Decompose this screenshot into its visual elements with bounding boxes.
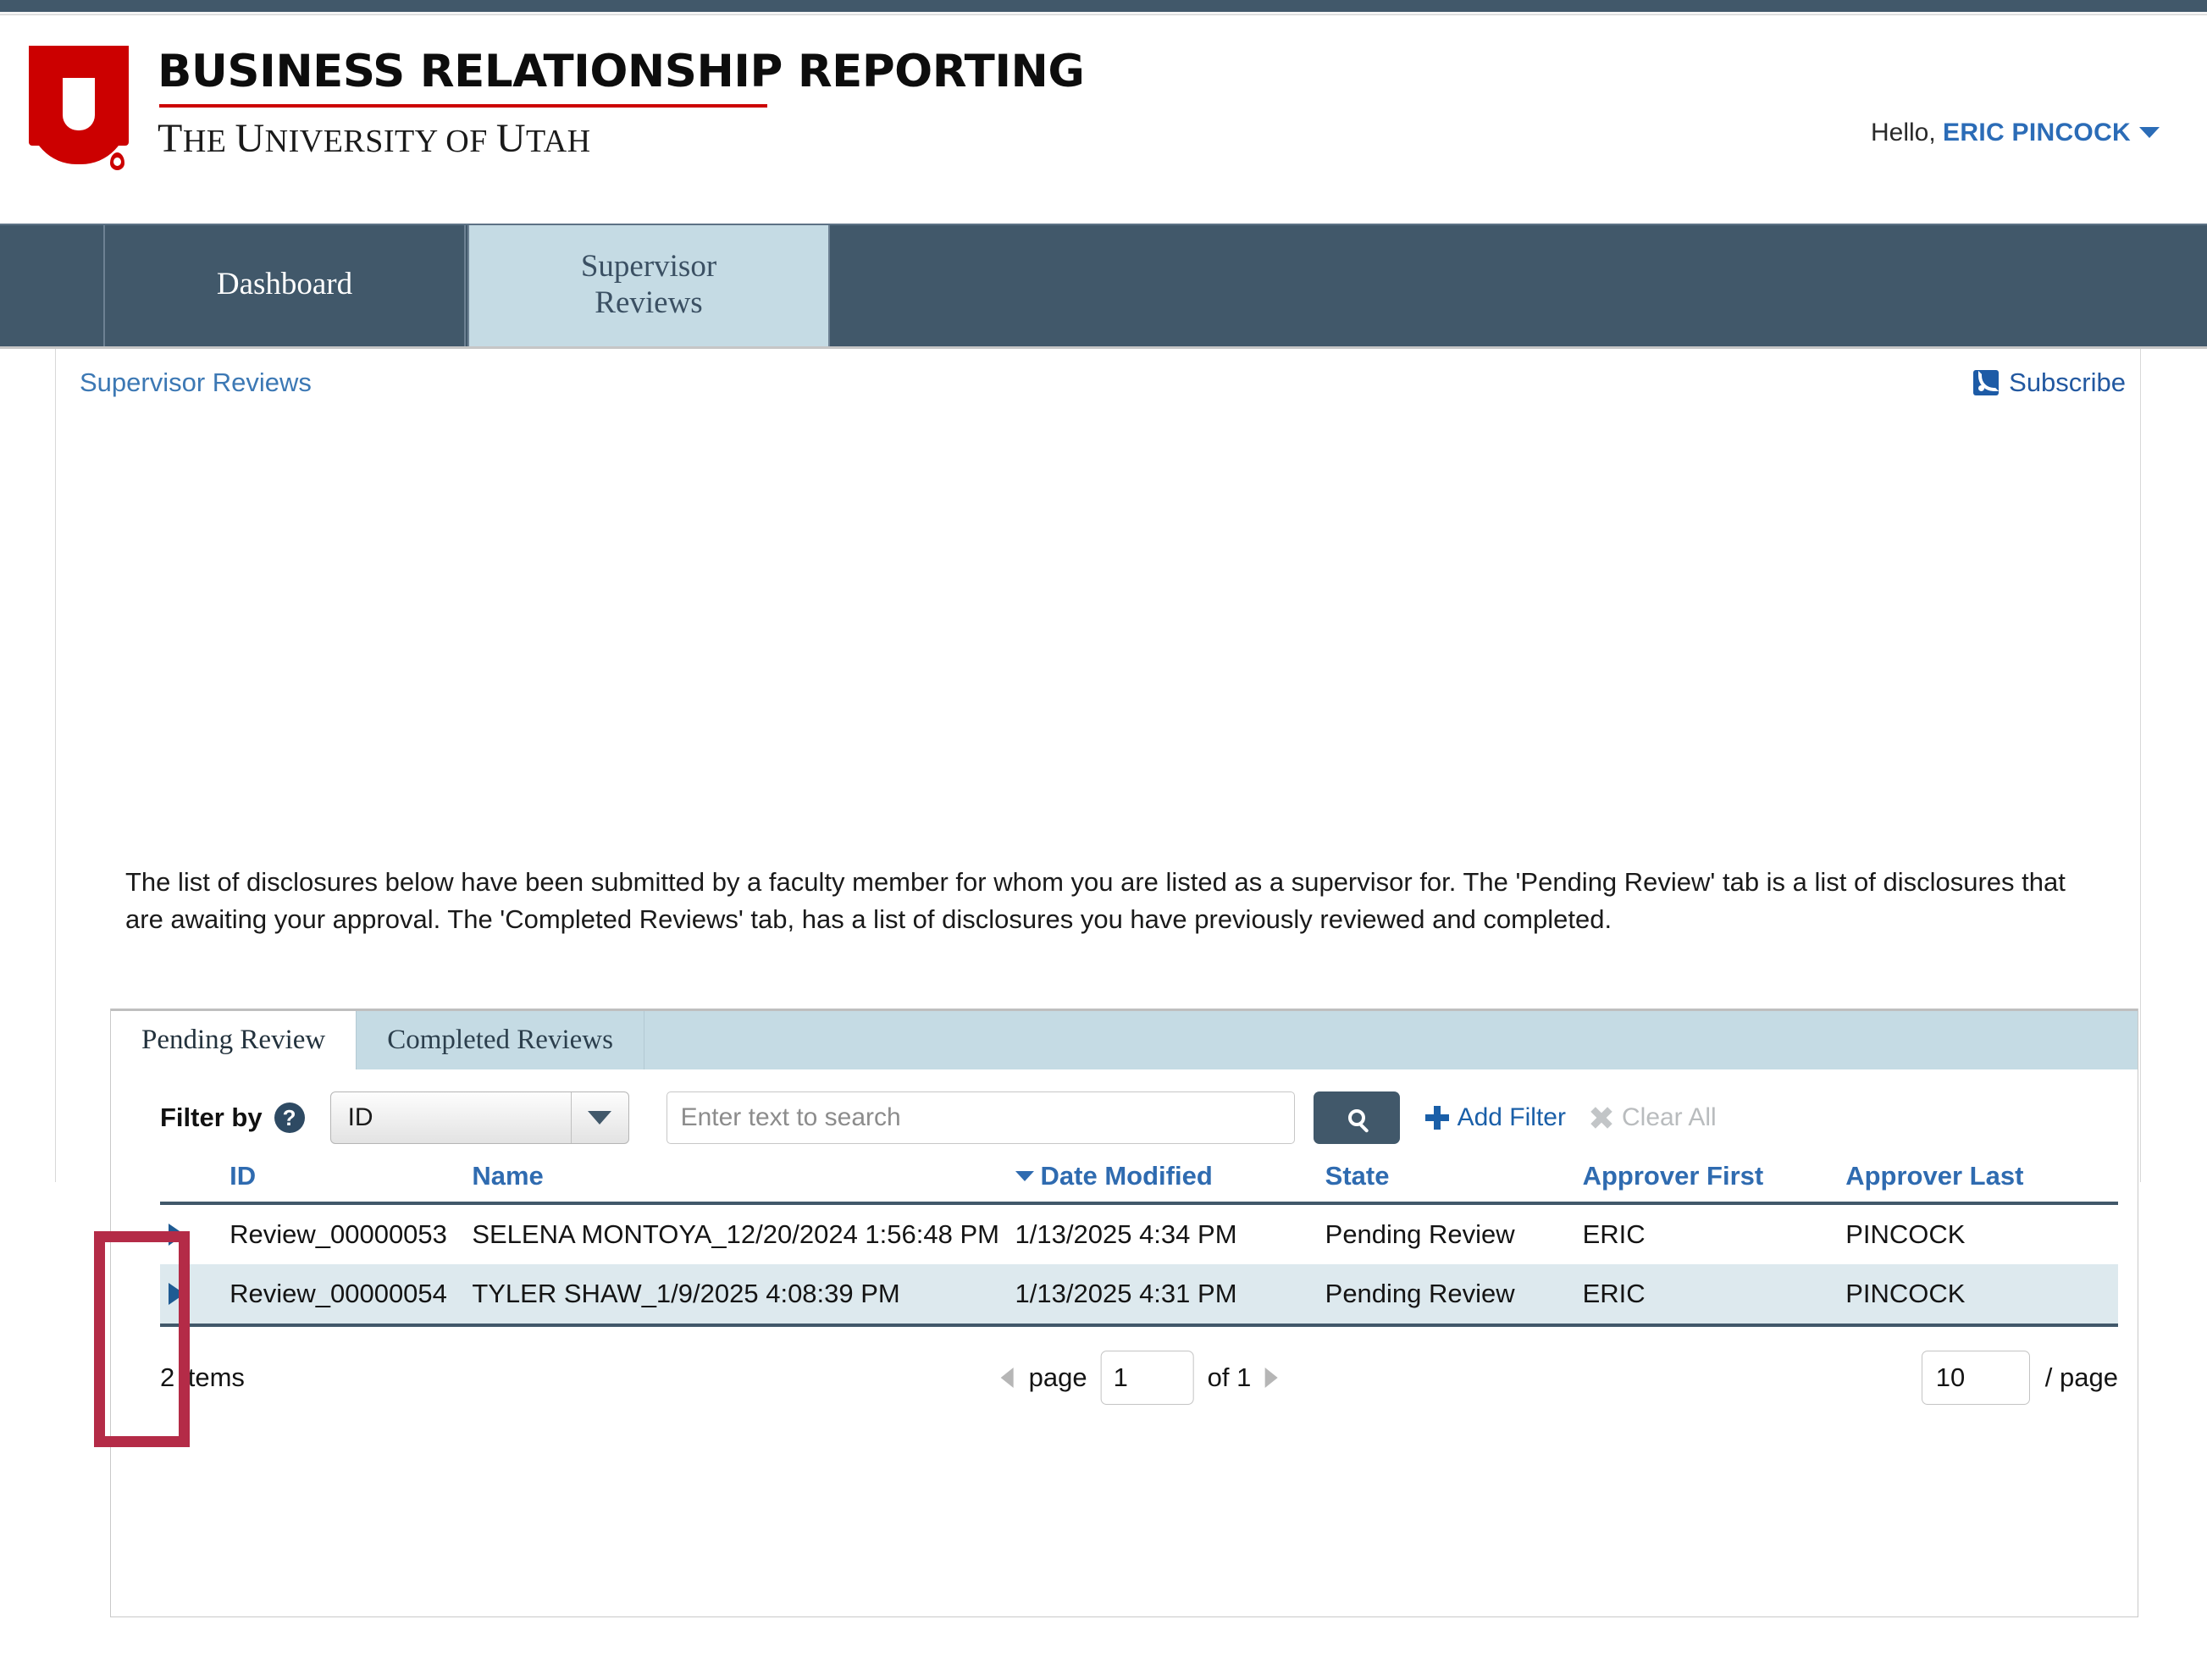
expand-row-icon[interactable] bbox=[169, 1283, 185, 1305]
app-title: BUSINESS RELATIONSHIP REPORTING bbox=[158, 46, 1085, 97]
table-footer: 2 items page 1 of 1 10 / page bbox=[160, 1349, 2118, 1406]
row-expand-cell[interactable] bbox=[160, 1203, 230, 1264]
main-navigation: Dashboard Supervisor Reviews bbox=[0, 224, 2207, 349]
search-input[interactable]: Enter text to search bbox=[666, 1091, 1295, 1144]
cell-state: Pending Review bbox=[1325, 1219, 1515, 1249]
greeting-label: Hello, bbox=[1871, 119, 1936, 146]
filter-field-select[interactable]: ID bbox=[329, 1091, 629, 1144]
nav-tab-supervisor-reviews-label: Supervisor Reviews bbox=[581, 249, 716, 321]
institution-name-part: T bbox=[158, 116, 183, 162]
tab-completed-reviews-label: Completed Reviews bbox=[387, 1025, 613, 1055]
institution-name-part: HE bbox=[182, 124, 235, 160]
page-description: The list of disclosures below have been … bbox=[125, 867, 2066, 935]
cell-name-link[interactable]: SELENA MONTOYA_12/20/2024 1:56:48 PM bbox=[472, 1203, 1015, 1264]
rss-icon bbox=[1973, 370, 2000, 395]
cell-approver-first: ERIC bbox=[1582, 1219, 1646, 1249]
column-header-id[interactable]: ID bbox=[230, 1161, 473, 1205]
pagination: page 1 of 1 bbox=[1000, 1351, 1278, 1405]
brand-text-block: BUSINESS RELATIONSHIP REPORTING THE UNIV… bbox=[158, 46, 1085, 162]
per-page-control: 10 / page bbox=[1921, 1351, 2118, 1405]
clear-all-button[interactable]: Clear All bbox=[1590, 1103, 1717, 1132]
search-icon bbox=[1347, 1109, 1365, 1126]
previous-page-icon[interactable] bbox=[1000, 1368, 1014, 1388]
breadcrumb-row: Supervisor Reviews Subscribe bbox=[80, 368, 2126, 398]
brand-lockup: BUSINESS RELATIONSHIP REPORTING THE UNIV… bbox=[29, 46, 1085, 173]
tab-completed-reviews[interactable]: Completed Reviews bbox=[357, 1011, 644, 1069]
plus-icon bbox=[1424, 1106, 1449, 1130]
tab-pending-review-label: Pending Review bbox=[141, 1025, 326, 1055]
add-filter-label: Add Filter bbox=[1457, 1103, 1566, 1131]
search-input-placeholder: Enter text to search bbox=[680, 1103, 901, 1131]
column-header-date-modified-label: Date Modified bbox=[1040, 1161, 1213, 1191]
column-header-expand bbox=[160, 1161, 230, 1205]
cell-approver-last: PINCOCK bbox=[1845, 1264, 2118, 1327]
search-button[interactable] bbox=[1313, 1091, 1400, 1144]
page-body: Supervisor Reviews Subscribe The list of… bbox=[0, 349, 2207, 1680]
cell-id: Review_00000054 bbox=[230, 1264, 473, 1327]
cell-approver-last: PINCOCK bbox=[1845, 1219, 1966, 1249]
chevron-down-icon bbox=[570, 1092, 628, 1143]
tab-pending-review[interactable]: Pending Review bbox=[111, 1011, 357, 1069]
subscribe-link[interactable]: Subscribe bbox=[1973, 368, 2126, 398]
top-accent-bar bbox=[0, 0, 2207, 12]
content-right-border bbox=[2140, 349, 2141, 1182]
add-filter-button[interactable]: Add Filter bbox=[1424, 1103, 1566, 1132]
page-number-input[interactable]: 1 bbox=[1100, 1351, 1194, 1405]
filter-field-value: ID bbox=[347, 1103, 373, 1131]
institution-name: THE UNIVERSITY OF UTAH bbox=[158, 115, 1084, 162]
panel-content: Filter by ? ID Enter text to search Add … bbox=[111, 1069, 2138, 1406]
institution-name-part: U bbox=[235, 116, 265, 162]
nav-tab-supervisor-reviews[interactable]: Supervisor Reviews bbox=[467, 224, 830, 346]
filter-by-label: Filter by bbox=[160, 1102, 263, 1132]
per-page-label: / page bbox=[2044, 1362, 2118, 1392]
institution-name-part: U bbox=[495, 116, 527, 162]
nav-tab-dashboard[interactable]: Dashboard bbox=[103, 224, 466, 346]
column-header-state[interactable]: State bbox=[1325, 1161, 1583, 1205]
cell-approver-first: ERIC bbox=[1582, 1264, 1846, 1327]
filter-bar: Filter by ? ID Enter text to search Add … bbox=[111, 1069, 2138, 1144]
item-count-label: 2 items bbox=[160, 1362, 245, 1392]
column-header-approver-last[interactable]: Approver Last bbox=[1845, 1161, 2118, 1205]
cell-state: Pending Review bbox=[1325, 1264, 1583, 1327]
row-expand-cell[interactable] bbox=[160, 1264, 230, 1327]
cell-name-link[interactable]: TYLER SHAW_1/9/2025 4:08:39 PM bbox=[472, 1264, 1015, 1327]
table-row[interactable]: Review_00000053 SELENA MONTOYA_12/20/202… bbox=[160, 1203, 2118, 1264]
nav-tab-line-1: Supervisor bbox=[580, 248, 717, 284]
column-header-name[interactable]: Name bbox=[472, 1161, 1015, 1205]
page-word-label: page bbox=[1028, 1362, 1087, 1392]
column-header-date-modified[interactable]: Date Modified bbox=[1015, 1161, 1325, 1205]
close-icon bbox=[1590, 1106, 1613, 1130]
table-header-row: ID Name Date Modified State Approver Fir… bbox=[160, 1161, 2118, 1205]
expand-row-icon[interactable] bbox=[169, 1224, 185, 1246]
nav-tab-dashboard-label: Dashboard bbox=[216, 267, 353, 302]
column-header-approver-first[interactable]: Approver First bbox=[1582, 1161, 1846, 1205]
table-row[interactable]: Review_00000054 TYLER SHAW_1/9/2025 4:08… bbox=[160, 1264, 2118, 1327]
site-header: BUSINESS RELATIONSHIP REPORTING THE UNIV… bbox=[0, 15, 2207, 224]
content-left-border bbox=[55, 349, 56, 1182]
breadcrumb[interactable]: Supervisor Reviews bbox=[80, 368, 312, 398]
user-name: ERIC PINCOCK bbox=[1943, 119, 2131, 146]
nav-left-pad bbox=[0, 224, 103, 346]
university-of-utah-u-logo bbox=[29, 46, 132, 173]
per-page-input[interactable]: 10 bbox=[1921, 1351, 2030, 1405]
chevron-down-icon bbox=[2139, 127, 2160, 138]
total-pages-label: of 1 bbox=[1207, 1362, 1252, 1392]
institution-name-part: TAH bbox=[526, 124, 591, 160]
cell-date-modified: 1/13/2025 4:34 PM bbox=[1015, 1219, 1237, 1249]
help-icon[interactable]: ? bbox=[274, 1102, 305, 1133]
sort-desc-icon bbox=[1015, 1171, 1034, 1181]
panel-tabstrip: Pending Review Completed Reviews bbox=[111, 1009, 2138, 1069]
reviews-panel: Pending Review Completed Reviews Filter … bbox=[110, 1009, 2138, 1617]
user-menu[interactable]: Hello, ERIC PINCOCK bbox=[1871, 119, 2160, 147]
reviews-table: ID Name Date Modified State Approver Fir… bbox=[160, 1161, 2118, 1327]
clear-all-label: Clear All bbox=[1621, 1103, 1717, 1131]
cell-id: Review_00000053 bbox=[230, 1219, 447, 1249]
cell-date-modified: 1/13/2025 4:31 PM bbox=[1015, 1264, 1325, 1327]
nav-tab-line-2: Reviews bbox=[595, 285, 703, 320]
institution-name-part: NIVERSITY OF bbox=[264, 124, 496, 160]
subscribe-label: Subscribe bbox=[2009, 368, 2126, 397]
brand-red-rule bbox=[159, 104, 767, 108]
next-page-icon[interactable] bbox=[1264, 1368, 1278, 1388]
